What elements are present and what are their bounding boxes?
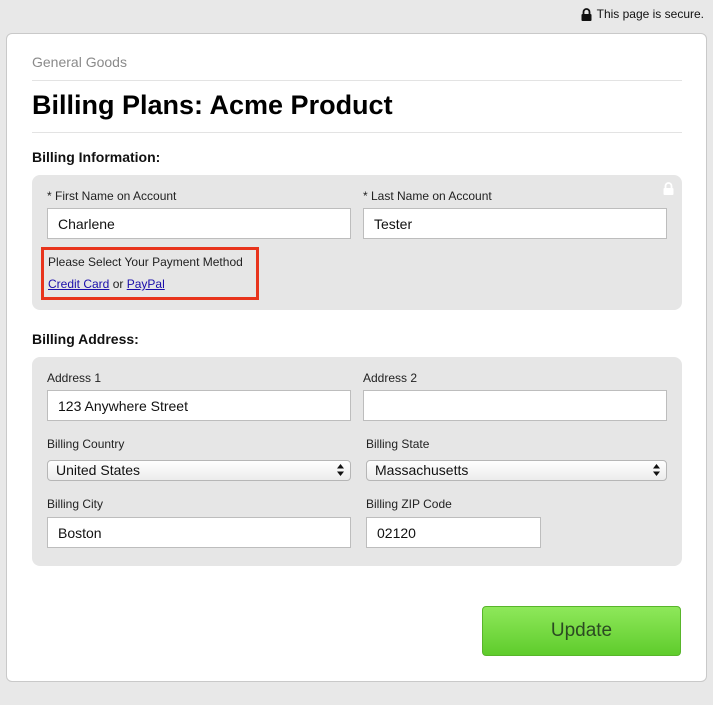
lock-icon bbox=[663, 182, 674, 195]
state-selected-value: Massachusetts bbox=[375, 462, 469, 478]
state-select[interactable]: Massachusetts bbox=[366, 460, 667, 481]
brand-name: General Goods bbox=[32, 54, 127, 70]
address2-input[interactable] bbox=[363, 390, 667, 421]
country-selected-value: United States bbox=[56, 462, 141, 478]
state-label: Billing State bbox=[366, 437, 430, 451]
divider bbox=[32, 80, 682, 81]
address1-input[interactable] bbox=[47, 390, 351, 421]
select-arrows-icon bbox=[653, 464, 660, 476]
billing-card: General Goods Billing Plans: Acme Produc… bbox=[6, 33, 707, 682]
last-name-label: * Last Name on Account bbox=[363, 189, 492, 203]
zip-input[interactable] bbox=[366, 517, 541, 548]
divider bbox=[32, 132, 682, 133]
billing-address-heading: Billing Address: bbox=[32, 331, 139, 347]
country-select[interactable]: United States bbox=[47, 460, 351, 481]
address2-label: Address 2 bbox=[363, 371, 418, 385]
or-text: or bbox=[112, 277, 124, 291]
payment-method-prompt: Please Select Your Payment Method bbox=[48, 255, 243, 269]
address1-label: Address 1 bbox=[47, 371, 102, 385]
lock-icon bbox=[581, 7, 592, 21]
payment-method-links: Credit Card or PayPal bbox=[48, 277, 165, 291]
first-name-label: * First Name on Account bbox=[47, 189, 177, 203]
last-name-input[interactable] bbox=[363, 208, 667, 239]
billing-address-panel: Address 1 Address 2 Billing Country Unit… bbox=[32, 357, 682, 566]
country-label: Billing Country bbox=[47, 437, 125, 451]
secure-notice: This page is secure. bbox=[581, 7, 704, 21]
billing-information-panel: * First Name on Account * Last Name on A… bbox=[32, 175, 682, 310]
zip-label: Billing ZIP Code bbox=[366, 497, 452, 511]
first-name-input[interactable] bbox=[47, 208, 351, 239]
secure-notice-text: This page is secure. bbox=[596, 7, 704, 21]
city-input[interactable] bbox=[47, 517, 351, 548]
billing-information-heading: Billing Information: bbox=[32, 149, 161, 165]
update-button[interactable]: Update bbox=[482, 606, 681, 656]
page-title: Billing Plans: Acme Product bbox=[32, 90, 393, 120]
city-label: Billing City bbox=[47, 497, 104, 511]
paypal-link[interactable]: PayPal bbox=[127, 277, 165, 291]
payment-method-highlight: Please Select Your Payment Method Credit… bbox=[41, 247, 259, 300]
select-arrows-icon bbox=[337, 464, 344, 476]
credit-card-link[interactable]: Credit Card bbox=[48, 277, 109, 291]
